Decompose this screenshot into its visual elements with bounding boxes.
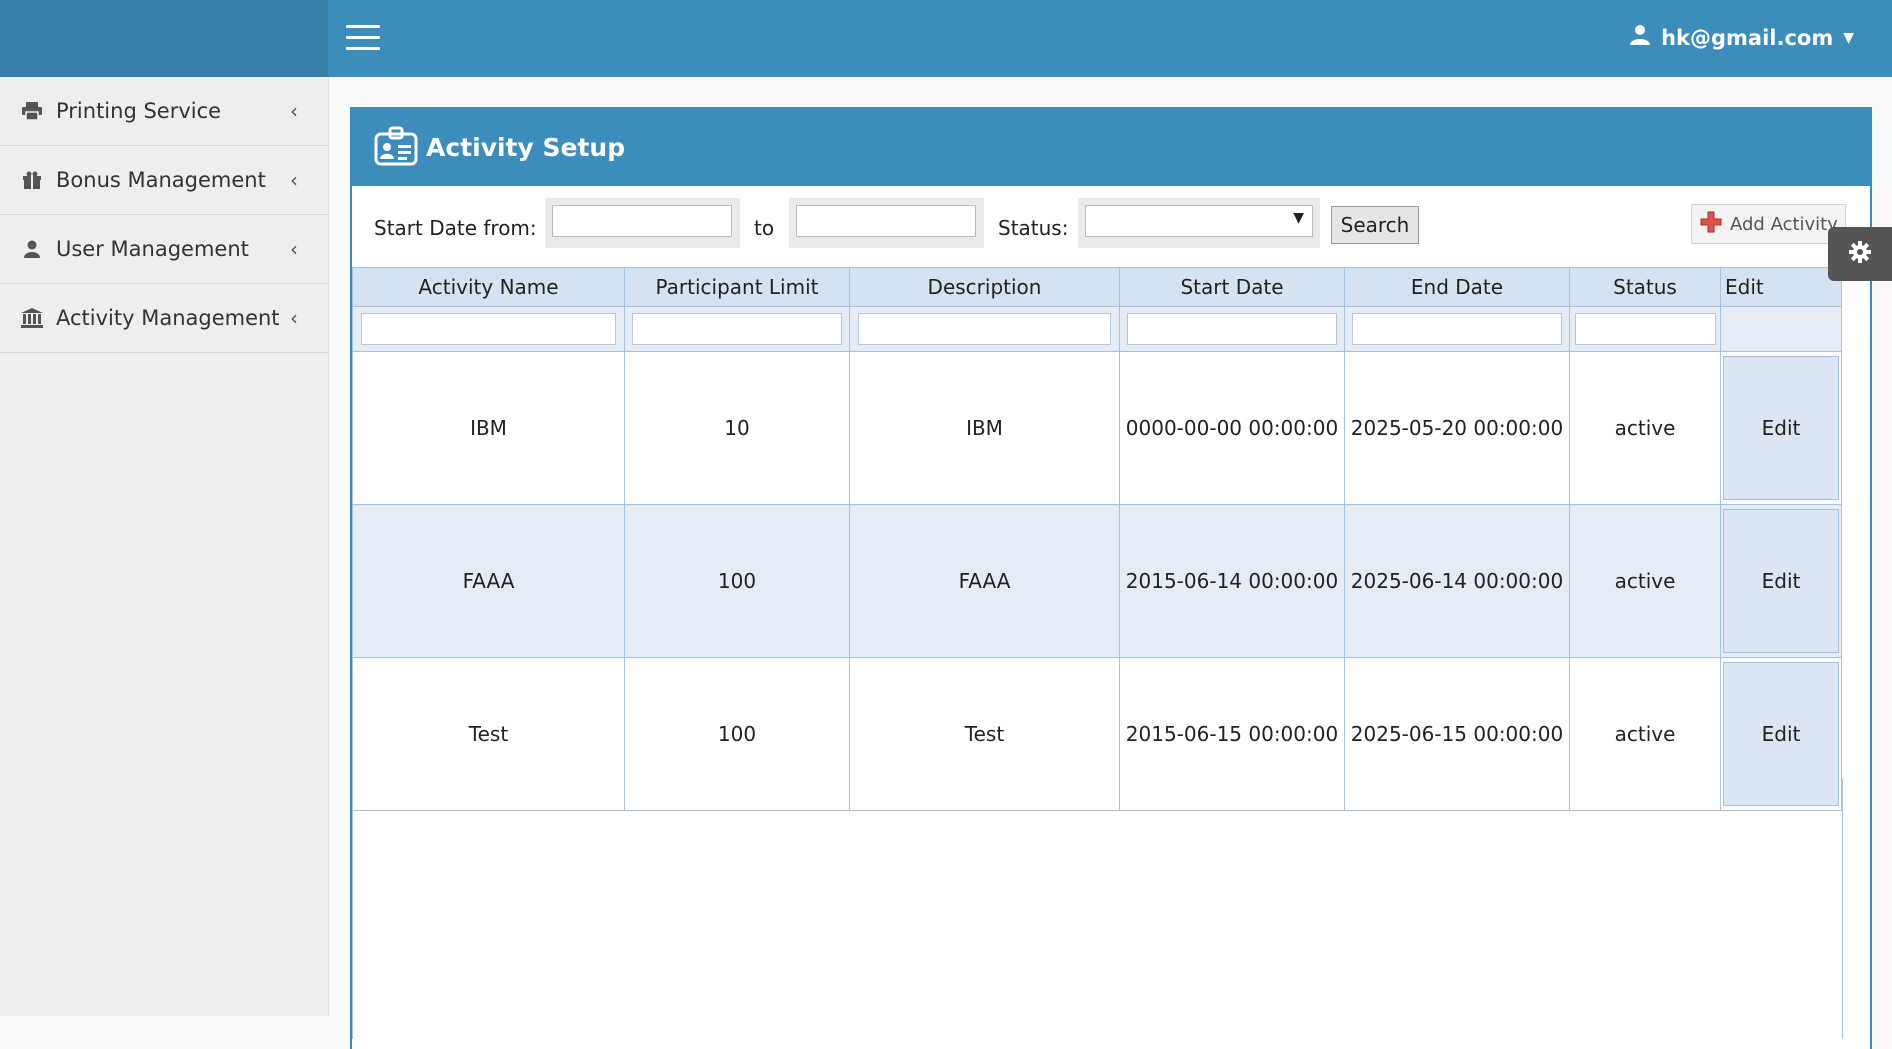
column-header-participant-limit[interactable]: Participant Limit xyxy=(624,267,850,307)
sidebar-item-bonus-management[interactable]: Bonus Management ‹ xyxy=(0,146,328,215)
sidebar-item-label: Printing Service xyxy=(56,99,222,123)
id-card-icon xyxy=(374,126,418,170)
filter-bar: Start Date from: to Status: ▼ Search Add… xyxy=(352,186,1870,266)
column-header-edit: Edit xyxy=(1720,267,1842,307)
top-navbar: hk@gmail.com ▼ xyxy=(328,0,1892,77)
table-empty-area xyxy=(352,779,1843,1039)
column-header-end-date[interactable]: End Date xyxy=(1344,267,1570,307)
edit-button[interactable]: Edit xyxy=(1723,509,1839,653)
gift-icon xyxy=(20,168,44,192)
filter-participant-limit-input[interactable] xyxy=(631,313,843,345)
printer-icon xyxy=(20,99,44,123)
column-header-status[interactable]: Status xyxy=(1569,267,1721,307)
add-activity-label: Add Activity xyxy=(1730,213,1838,235)
page-title: Activity Setup xyxy=(426,133,626,162)
cell-activity-name: FAAA xyxy=(352,504,625,658)
chevron-left-icon: ‹ xyxy=(290,99,298,123)
cell-participant-limit: 100 xyxy=(624,504,850,658)
cell-description: FAAA xyxy=(849,504,1120,658)
filter-description-input[interactable] xyxy=(858,313,1111,345)
cell-end-date: 2025-05-20 00:00:00 xyxy=(1344,351,1570,505)
user-icon xyxy=(20,237,44,261)
sidebar-item-user-management[interactable]: User Management ‹ xyxy=(0,215,328,284)
filter-status-input[interactable] xyxy=(1574,313,1716,345)
table-header-row: Activity Name Participant Limit Descript… xyxy=(352,267,1842,307)
cell-status: active xyxy=(1569,504,1721,658)
column-header-start-date[interactable]: Start Date xyxy=(1119,267,1345,307)
table-row: IBM 10 IBM 0000-00-00 00:00:00 2025-05-2… xyxy=(352,351,1842,505)
status-select-wrapper: ▼ xyxy=(1078,198,1320,248)
cell-start-date: 2015-06-14 00:00:00 xyxy=(1119,504,1345,658)
status-select[interactable]: ▼ xyxy=(1085,205,1313,237)
user-email: hk@gmail.com xyxy=(1661,25,1834,50)
to-label: to xyxy=(754,216,775,240)
activity-table: Activity Name Participant Limit Descript… xyxy=(352,267,1842,811)
user-icon xyxy=(1629,24,1651,51)
cell-start-date: 0000-00-00 00:00:00 xyxy=(1119,351,1345,505)
sidebar-item-activity-management[interactable]: Activity Management ‹ xyxy=(0,284,328,353)
chevron-left-icon: ‹ xyxy=(290,306,298,330)
filter-start-date-input[interactable] xyxy=(1126,313,1338,345)
cell-end-date: 2025-06-14 00:00:00 xyxy=(1344,504,1570,658)
logo-area xyxy=(0,0,328,77)
sidebar-item-printing-service[interactable]: Printing Service ‹ xyxy=(0,77,328,146)
chevron-left-icon: ‹ xyxy=(290,237,298,261)
sidebar-item-label: User Management xyxy=(56,237,249,261)
table-row: FAAA 100 FAAA 2015-06-14 00:00:00 2025-0… xyxy=(352,504,1842,658)
gear-icon xyxy=(1848,240,1872,268)
start-date-from-input[interactable] xyxy=(552,205,732,237)
chevron-down-icon: ▼ xyxy=(1843,29,1854,46)
dropdown-arrow-icon: ▼ xyxy=(1293,210,1304,226)
status-label: Status: xyxy=(998,216,1069,240)
edit-button[interactable]: Edit xyxy=(1723,356,1839,500)
filter-edit-empty xyxy=(1720,306,1842,352)
panel-header: Activity Setup xyxy=(352,109,1870,186)
cell-activity-name: IBM xyxy=(352,351,625,505)
cell-participant-limit: 10 xyxy=(624,351,850,505)
sidebar-item-label: Activity Management xyxy=(56,306,280,330)
settings-toggle[interactable] xyxy=(1828,227,1892,281)
filter-activity-name-input[interactable] xyxy=(361,313,616,345)
cell-description: IBM xyxy=(849,351,1120,505)
column-filter-row xyxy=(352,306,1842,352)
start-date-from-wrapper xyxy=(545,198,740,248)
filter-end-date-input[interactable] xyxy=(1351,313,1563,345)
add-icon xyxy=(1700,211,1722,238)
sidebar-item-label: Bonus Management xyxy=(56,168,266,192)
add-activity-button[interactable]: Add Activity xyxy=(1691,204,1846,244)
menu-toggle-icon[interactable] xyxy=(346,25,380,53)
start-date-from-label: Start Date from: xyxy=(374,216,537,240)
start-date-to-wrapper xyxy=(789,198,984,248)
chevron-left-icon: ‹ xyxy=(290,168,298,192)
start-date-to-input[interactable] xyxy=(796,205,976,237)
sidebar: Printing Service ‹ Bonus Management ‹ Us… xyxy=(0,77,329,1016)
column-header-activity-name[interactable]: Activity Name xyxy=(352,267,625,307)
bank-icon xyxy=(20,306,44,330)
cell-status: active xyxy=(1569,351,1721,505)
column-header-description[interactable]: Description xyxy=(849,267,1120,307)
user-menu[interactable]: hk@gmail.com ▼ xyxy=(1629,24,1854,51)
search-button[interactable]: Search xyxy=(1331,206,1419,244)
activity-setup-panel: Activity Setup Start Date from: to Statu… xyxy=(350,107,1872,1049)
